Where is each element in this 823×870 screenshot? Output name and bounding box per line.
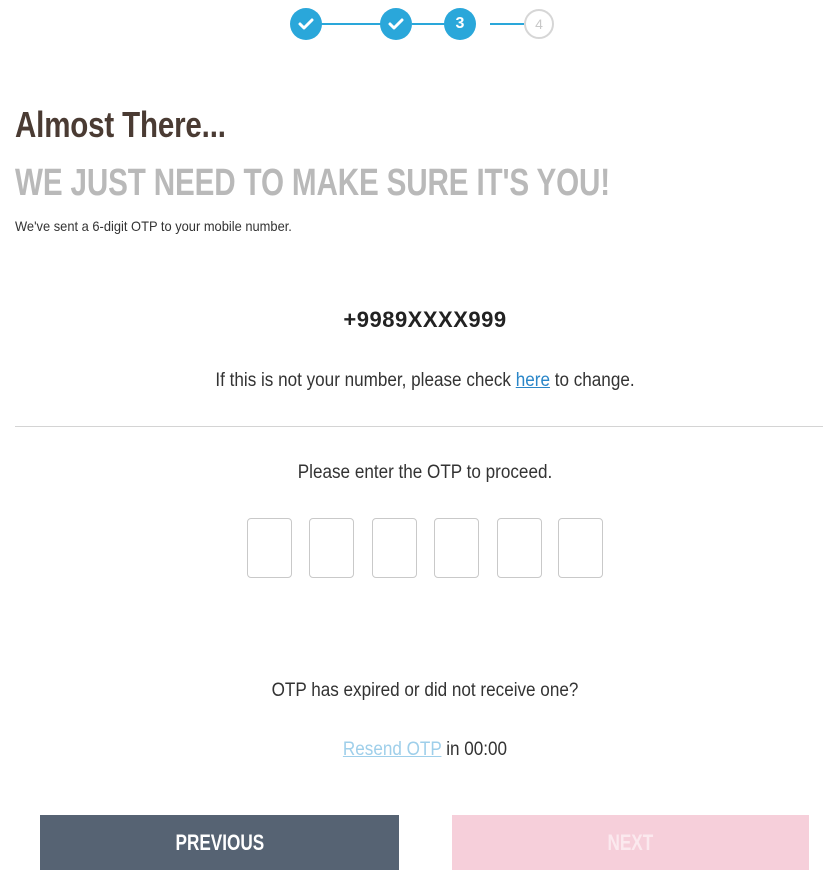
step-number: 3 [455,15,465,32]
progress-stepper: 3 4 [290,8,556,42]
divider [15,426,823,427]
stepper-connector [320,23,382,25]
step-number: 4 [535,16,543,32]
otp-digit-input[interactable] [372,518,417,578]
otp-sent-message: We've sent a 6-digit OTP to your mobile … [15,218,292,234]
resend-timer: 00:00 [464,739,508,760]
otp-prompt: Please enter the OTP to proceed. [297,462,553,483]
check-icon [388,18,404,30]
change-suffix: to change. [549,370,635,391]
otp-digit-input[interactable] [497,518,542,578]
step-1-completed [290,8,322,40]
otp-digit-input[interactable] [434,518,479,578]
otp-expired-text: OTP has expired or did not receive one? [271,680,579,701]
change-number-link[interactable]: here [516,370,550,391]
page-title: Almost There... [15,104,226,145]
previous-button-label: PREVIOUS [175,829,264,855]
otp-digit-input[interactable] [247,518,292,578]
timer-prefix: in [441,739,465,760]
step-4-pending: 4 [524,9,554,39]
check-icon [298,18,314,30]
resend-otp-link[interactable]: Resend OTP [343,739,442,760]
otp-digit-input[interactable] [309,518,354,578]
stepper-connector [490,23,524,25]
previous-button[interactable]: PREVIOUS [40,815,399,870]
change-number-text: If this is not your number, please check… [43,370,808,392]
step-3-current: 3 [444,8,476,40]
change-prefix: If this is not your number, please check [215,370,516,391]
next-button-label: NEXT [607,829,654,855]
step-2-completed [380,8,412,40]
resend-otp-line: Resend OTP in 00:00 [43,739,808,761]
otp-digit-input[interactable] [558,518,603,578]
page-subtitle: WE JUST NEED TO MAKE SURE IT'S YOU! [15,162,611,204]
masked-phone-number: +9989XXXX999 [343,307,507,332]
next-button[interactable]: NEXT [452,815,809,870]
